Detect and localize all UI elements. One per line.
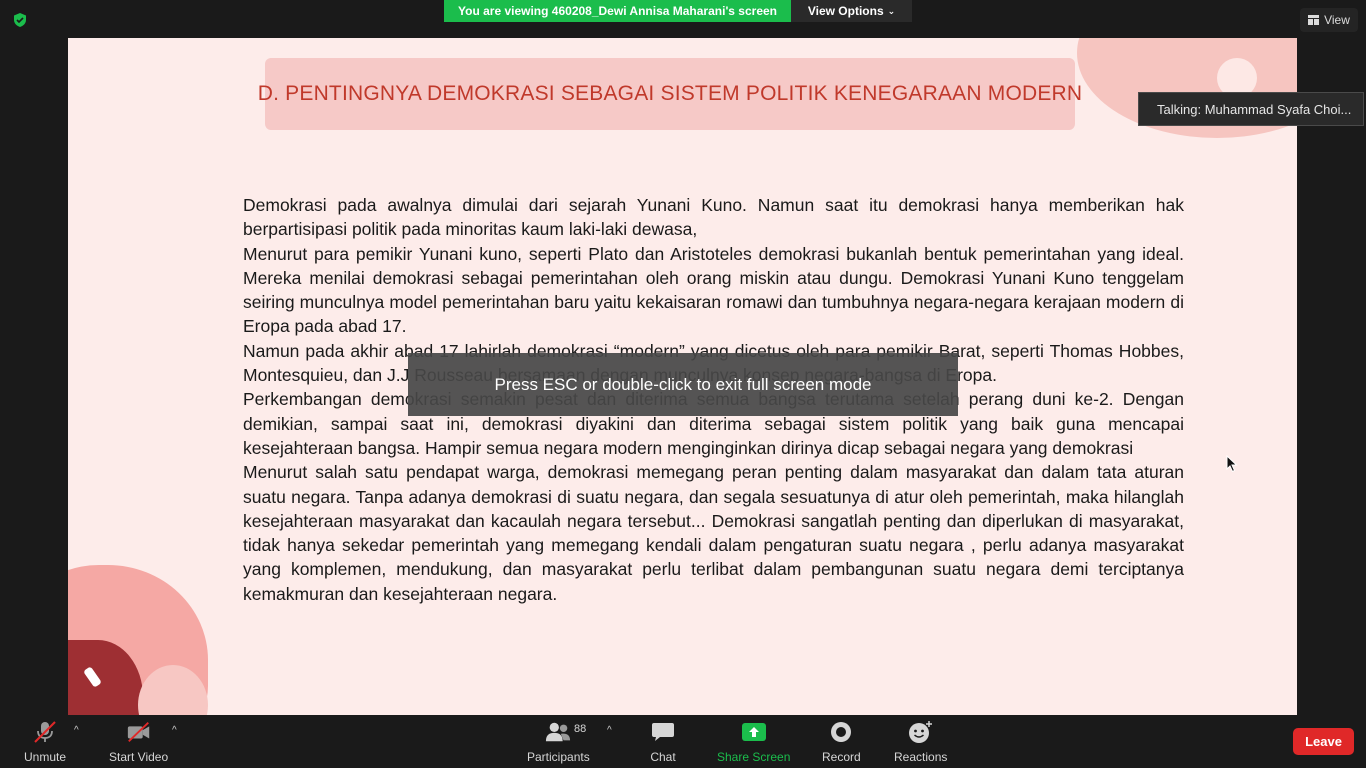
participants-options-caret-icon[interactable]: ^	[607, 725, 612, 736]
top-bar: You are viewing 460208_Dewi Annisa Mahar…	[0, 0, 1366, 38]
leave-button[interactable]: Leave	[1293, 728, 1354, 755]
zoom-meeting-window: You are viewing 460208_Dewi Annisa Mahar…	[0, 0, 1366, 768]
start-video-button[interactable]: Start Video	[109, 719, 168, 764]
reactions-label: Reactions	[894, 750, 948, 764]
chat-label: Chat	[650, 750, 676, 764]
reactions-smiley-icon	[908, 719, 934, 745]
unmute-button[interactable]: Unmute	[24, 719, 66, 764]
record-button[interactable]: Record	[822, 719, 861, 764]
participants-count-badge: 88	[574, 723, 587, 735]
start-video-label: Start Video	[109, 750, 169, 764]
slide-paragraph: Demokrasi pada awalnya dimulai dari seja…	[243, 195, 1184, 240]
meeting-toolbar: Unmute ^ Start Video ^ Participants 88 ^…	[0, 715, 1366, 768]
slide-paragraph: Menurut salah satu pendapat warga, demok…	[243, 462, 1184, 604]
record-icon	[828, 719, 854, 745]
mouse-cursor-icon	[1226, 455, 1238, 473]
view-button-label: View	[1324, 13, 1350, 27]
video-off-icon	[126, 719, 152, 745]
reactions-button[interactable]: Reactions	[894, 719, 947, 764]
chat-bubble-icon	[650, 719, 676, 745]
grid-view-icon	[1308, 15, 1320, 25]
talking-indicator: Talking: Muhammad Syafa Choi...	[1138, 92, 1364, 126]
shield-check-icon[interactable]	[12, 12, 28, 28]
slide-title-box: D. PENTINGNYA DEMOKRASI SEBAGAI SISTEM P…	[258, 58, 1082, 130]
view-options-label: View Options	[807, 4, 884, 18]
participants-label: Participants	[527, 750, 590, 764]
view-options-button[interactable]: View Options ⌄	[791, 0, 912, 22]
share-screen-label: Share Screen	[717, 750, 791, 764]
fullscreen-exit-hint: Press ESC or double-click to exit full s…	[408, 353, 958, 416]
chevron-down-icon: ⌄	[887, 5, 896, 16]
viewing-banner: You are viewing 460208_Dewi Annisa Mahar…	[444, 0, 791, 22]
chat-button[interactable]: Chat	[650, 719, 676, 764]
share-screen-icon	[741, 719, 767, 745]
video-options-caret-icon[interactable]: ^	[172, 725, 177, 736]
slide-title: D. PENTINGNYA DEMOKRASI SEBAGAI SISTEM P…	[257, 82, 1083, 105]
share-screen-button[interactable]: Share Screen	[717, 719, 790, 764]
unmute-label: Unmute	[24, 750, 67, 764]
muted-microphone-icon	[32, 719, 58, 745]
view-button[interactable]: View	[1300, 8, 1358, 32]
participants-icon	[545, 719, 571, 745]
record-label: Record	[822, 750, 861, 764]
audio-options-caret-icon[interactable]: ^	[74, 725, 79, 736]
slide-paragraph: Menurut para pemikir Yunani kuno, sepert…	[243, 243, 1184, 337]
